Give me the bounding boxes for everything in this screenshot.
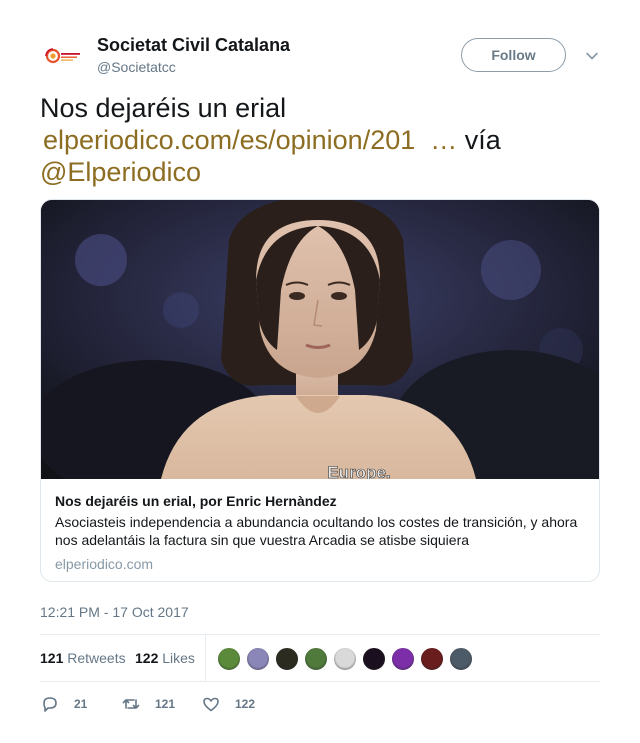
reply-button[interactable]: 21 — [40, 692, 87, 716]
card-domain[interactable]: elperiodico.com — [55, 556, 153, 572]
retweets-count: 121 — [40, 650, 64, 666]
liker-avatar-9[interactable] — [449, 647, 473, 671]
card-image[interactable]: Europe. — [41, 200, 599, 479]
account-avatar[interactable] — [40, 34, 88, 78]
follow-button[interactable]: Follow — [461, 38, 566, 72]
like-count: 122 — [235, 697, 256, 711]
reply-icon — [43, 697, 57, 712]
liker-avatar-8[interactable] — [420, 647, 444, 671]
retweet-count: 121 — [155, 697, 176, 711]
like-button[interactable]: 122 — [201, 692, 255, 716]
liker-avatar-3[interactable] — [275, 647, 299, 671]
reply-count: 21 — [74, 697, 88, 711]
link-card[interactable]: Europe. Nos dejaréis un erial, por Enric… — [40, 199, 600, 582]
tweet-actions: 21 121 122 — [40, 692, 600, 716]
liker-avatar-1[interactable] — [217, 647, 241, 671]
tweet-text: Nos dejaréis un erial elperiodico.com/es… — [40, 92, 600, 188]
tweet-mention[interactable]: @Elperiodico — [40, 157, 201, 187]
heart-icon — [203, 697, 219, 712]
liker-avatar-6[interactable] — [362, 647, 386, 671]
likes-stat[interactable]: 122 Likes — [135, 650, 195, 666]
account-display-name[interactable]: Societat Civil Catalana — [97, 35, 290, 56]
retweets-stat[interactable]: 121 Retweets — [40, 650, 126, 666]
card-image-photo: Europe. — [41, 200, 599, 479]
chevron-down-icon[interactable] — [584, 48, 600, 64]
retweet-icon — [122, 699, 140, 709]
card-image-caption: Europe. — [327, 463, 390, 479]
liker-avatar-2[interactable] — [246, 647, 270, 671]
card-description: Asociasteis independencia a abundancia o… — [55, 514, 578, 548]
liker-avatar-5[interactable] — [333, 647, 357, 671]
tweet-via-text: vía — [464, 125, 501, 155]
liker-avatar-7[interactable] — [391, 647, 415, 671]
liker-avatar-4[interactable] — [304, 647, 328, 671]
tweet-stats: 121 Retweets 122 Likes — [40, 634, 600, 682]
retweet-button[interactable]: 121 — [121, 692, 175, 716]
retweets-label: Retweets — [67, 650, 126, 666]
societat-civil-catalana-logo-icon — [42, 34, 86, 78]
tweet-text-plain: Nos dejaréis un erial — [40, 93, 287, 123]
tweet-header: Societat Civil Catalana @Societatcc Foll… — [40, 34, 600, 78]
tweet-link-text[interactable]: elperiodico.com/es/opinion/201 — [43, 125, 415, 155]
likes-count: 122 — [135, 650, 159, 666]
tweet-link[interactable]: elperiodico.com/es/opinion/201 … — [40, 125, 457, 155]
likes-label: Likes — [162, 650, 195, 666]
tweet-timestamp[interactable]: 12:21 PM - 17 Oct 2017 — [40, 604, 189, 620]
card-title[interactable]: Nos dejaréis un erial, por Enric Hernànd… — [55, 493, 337, 509]
account-handle[interactable]: @Societatcc — [97, 59, 176, 75]
stats-divider — [205, 635, 206, 681]
tweet-link-ellipsis[interactable]: … — [430, 125, 457, 155]
